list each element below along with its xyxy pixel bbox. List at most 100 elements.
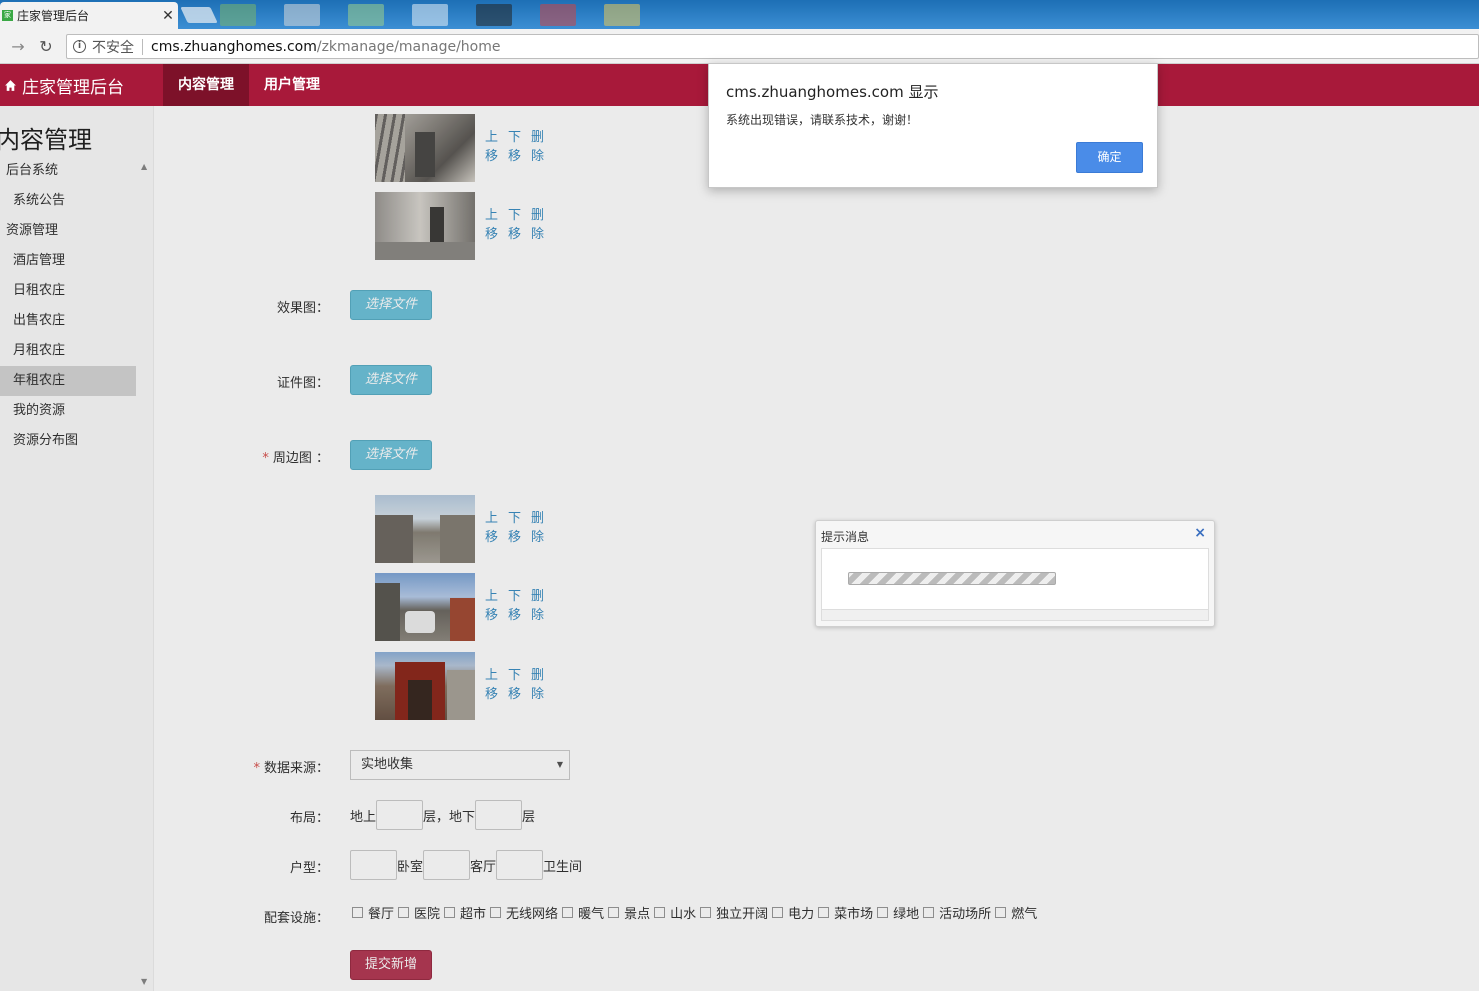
sidebar-title: 内容管理 bbox=[0, 126, 92, 154]
delete-link[interactable]: 删除 bbox=[531, 126, 544, 164]
insecure-label: 不安全 bbox=[92, 39, 134, 56]
photo-thumbnail bbox=[375, 192, 475, 260]
facility-green[interactable]: 绿地 bbox=[875, 903, 919, 922]
facility-scenic[interactable]: 景点 bbox=[606, 903, 650, 922]
move-down-link[interactable]: 下移 bbox=[508, 507, 521, 545]
delete-link[interactable]: 删除 bbox=[531, 507, 544, 545]
browser-tabbar: 家 庄家管理后台 ✕ bbox=[0, 0, 1479, 29]
surround-image-file-button[interactable]: 选择文件 bbox=[350, 440, 432, 470]
move-down-link[interactable]: 下移 bbox=[508, 126, 521, 164]
facilities-label: 配套设施： bbox=[263, 911, 329, 926]
bedroom-input[interactable] bbox=[350, 850, 397, 880]
info-icon[interactable]: i bbox=[73, 40, 86, 53]
close-tab-icon[interactable]: ✕ bbox=[158, 8, 178, 24]
sidebar-item-yearly-farm[interactable]: 年租农庄 bbox=[0, 366, 136, 396]
data-source-select[interactable]: 实地收集 ▼ bbox=[350, 750, 570, 780]
browser-tab[interactable]: 家 庄家管理后台 ✕ bbox=[0, 2, 178, 29]
facility-activity[interactable]: 活动场所 bbox=[921, 903, 991, 922]
sidebar-group-resources[interactable]: 资源管理 bbox=[0, 216, 136, 246]
facility-wifi[interactable]: 无线网络 bbox=[488, 903, 558, 922]
data-source-label: * 数据来源： bbox=[253, 761, 329, 776]
home-icon bbox=[5, 79, 16, 91]
alert-ok-button[interactable]: 确定 bbox=[1076, 142, 1143, 173]
surround-image-label: * 周边图 ： bbox=[262, 451, 329, 466]
nav-user-management[interactable]: 用户管理 bbox=[249, 64, 335, 106]
facility-open-space[interactable]: 独立开阔 bbox=[698, 903, 768, 922]
forward-arrow-icon[interactable]: → bbox=[8, 37, 28, 57]
sidebar-item-daily-farm[interactable]: 日租农庄 bbox=[0, 276, 136, 306]
bathroom-input[interactable] bbox=[496, 850, 544, 880]
effect-image-file-button[interactable]: 选择文件 bbox=[350, 290, 432, 320]
message-dialog-body bbox=[821, 548, 1209, 610]
delete-link[interactable]: 删除 bbox=[531, 585, 544, 623]
facility-landscape[interactable]: 山水 bbox=[652, 903, 696, 922]
photo-thumbnail bbox=[375, 114, 475, 182]
background-thumbnails bbox=[220, 4, 640, 26]
sidebar-item-announcement[interactable]: 系统公告 bbox=[0, 186, 136, 216]
tab-title: 庄家管理后台 bbox=[17, 9, 90, 23]
photo-thumbnail bbox=[375, 652, 475, 720]
url-field[interactable]: i 不安全 cms.zhuanghomes.com /zkmanage/mana… bbox=[66, 34, 1479, 59]
sidebar-item-resource-map[interactable]: 资源分布图 bbox=[0, 426, 136, 456]
new-tab-button[interactable] bbox=[180, 7, 218, 23]
image-actions: 上移 下移 删除 bbox=[485, 507, 544, 545]
sidebar-item-monthly-farm[interactable]: 月租农庄 bbox=[0, 336, 136, 366]
sidebar: 内容管理 ▲ 后台系统 系统公告 资源管理 酒店管理 日租农庄 出售农庄 月租农… bbox=[0, 106, 154, 991]
brand[interactable]: 庄家管理后台 bbox=[4, 64, 124, 106]
image-actions: 上移 下移 删除 bbox=[485, 664, 544, 702]
facility-supermarket[interactable]: 超市 bbox=[442, 903, 486, 922]
facility-gas[interactable]: 燃气 bbox=[993, 903, 1037, 922]
image-row: 上移 下移 删除 bbox=[375, 652, 544, 720]
house-type-label: 户型： bbox=[289, 861, 329, 876]
move-up-link[interactable]: 上移 bbox=[485, 507, 498, 545]
move-up-link[interactable]: 上移 bbox=[485, 204, 498, 242]
alert-message: 系统出现错误，请联系技术，谢谢！ bbox=[726, 113, 919, 127]
address-bar: → ↻ i 不安全 cms.zhuanghomes.com /zkmanage/… bbox=[0, 29, 1479, 64]
scroll-down-icon[interactable]: ▼ bbox=[141, 977, 147, 986]
sidebar-item-hotel[interactable]: 酒店管理 bbox=[0, 246, 136, 276]
sidebar-item-sale-farm[interactable]: 出售农庄 bbox=[0, 306, 136, 336]
message-dialog: 提示消息 × bbox=[815, 520, 1215, 627]
reload-icon[interactable]: ↻ bbox=[36, 37, 56, 57]
delete-link[interactable]: 删除 bbox=[531, 204, 544, 242]
house-type-row: 卧室 客厅 卫生间 bbox=[350, 850, 582, 880]
url-host: cms.zhuanghomes.com bbox=[151, 38, 317, 55]
image-actions: 上移 下移 删除 bbox=[485, 126, 544, 164]
move-down-link[interactable]: 下移 bbox=[508, 585, 521, 623]
image-row: 上移 下移 删除 bbox=[375, 573, 544, 641]
cert-image-label: 证件图： bbox=[276, 376, 329, 391]
facility-power[interactable]: 电力 bbox=[770, 903, 814, 922]
cert-image-file-button[interactable]: 选择文件 bbox=[350, 365, 432, 395]
sidebar-item-my-resources[interactable]: 我的资源 bbox=[0, 396, 136, 426]
image-row: 上移 下移 删除 bbox=[375, 192, 544, 260]
move-up-link[interactable]: 上移 bbox=[485, 585, 498, 623]
submit-button[interactable]: 提交新增 bbox=[350, 950, 432, 980]
move-up-link[interactable]: 上移 bbox=[485, 664, 498, 702]
top-nav: 内容管理 用户管理 bbox=[163, 64, 335, 106]
layout-label: 布局： bbox=[289, 811, 329, 826]
nav-content-management[interactable]: 内容管理 bbox=[163, 64, 249, 106]
move-up-link[interactable]: 上移 bbox=[485, 126, 498, 164]
facility-hospital[interactable]: 医院 bbox=[396, 903, 440, 922]
sidebar-group-backend[interactable]: 后台系统 bbox=[0, 156, 136, 186]
photo-thumbnail bbox=[375, 495, 475, 563]
favicon-icon: 家 bbox=[2, 10, 13, 21]
floors-below-input[interactable] bbox=[475, 800, 523, 830]
brand-title: 庄家管理后台 bbox=[22, 77, 124, 98]
scroll-up-icon[interactable]: ▲ bbox=[141, 162, 147, 171]
image-row: 上移 下移 删除 bbox=[375, 495, 544, 563]
floors-above-input[interactable] bbox=[376, 800, 424, 830]
facility-restaurant[interactable]: 餐厅 bbox=[350, 903, 394, 922]
delete-link[interactable]: 删除 bbox=[531, 664, 544, 702]
facility-market[interactable]: 菜市场 bbox=[816, 903, 873, 922]
move-down-link[interactable]: 下移 bbox=[508, 664, 521, 702]
alert-title: cms.zhuanghomes.com 显示 bbox=[726, 83, 939, 101]
omnibox-divider bbox=[142, 38, 143, 55]
livingroom-input[interactable] bbox=[423, 850, 471, 880]
move-down-link[interactable]: 下移 bbox=[508, 204, 521, 242]
facility-heating[interactable]: 暖气 bbox=[560, 903, 604, 922]
image-actions: 上移 下移 删除 bbox=[485, 204, 544, 242]
sidebar-list: 后台系统 系统公告 资源管理 酒店管理 日租农庄 出售农庄 月租农庄 年租农庄 … bbox=[0, 156, 136, 456]
close-icon[interactable]: × bbox=[1194, 525, 1206, 541]
chevron-down-icon: ▼ bbox=[556, 760, 563, 769]
